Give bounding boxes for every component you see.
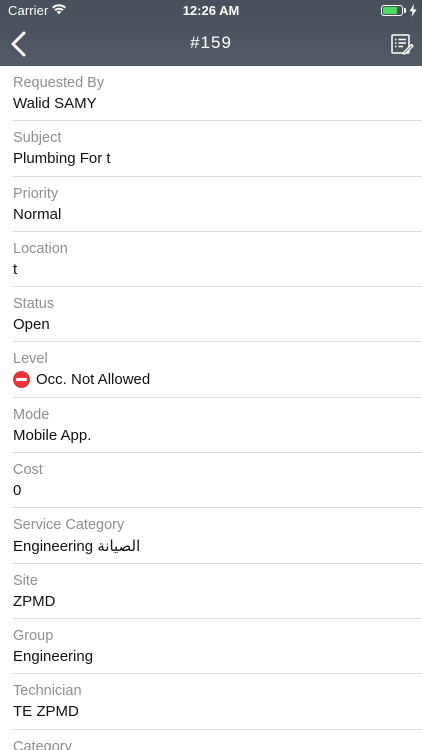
field-value: TE ZPMD bbox=[13, 703, 79, 721]
charging-bolt-icon bbox=[409, 4, 417, 17]
field-label: Technician bbox=[13, 683, 82, 700]
field-label: Mode bbox=[13, 406, 50, 423]
field-technician: Technician TE ZPMD bbox=[0, 674, 422, 730]
field-label: Site bbox=[13, 572, 38, 589]
field-service-category: Service Category Engineering الصيانة bbox=[0, 508, 422, 564]
field-value: t bbox=[13, 260, 18, 278]
field-value: Engineering الصيانة bbox=[13, 538, 141, 556]
field-value: Mobile App. bbox=[13, 426, 92, 444]
details-list: Requested By Walid SAMY Subject Plumbing… bbox=[0, 66, 422, 750]
field-status: Status Open bbox=[0, 287, 422, 343]
field-label: Location bbox=[13, 240, 68, 257]
field-value: Normal bbox=[13, 205, 62, 223]
notes-icon[interactable] bbox=[390, 32, 414, 56]
clock: 12:26 AM bbox=[182, 3, 240, 18]
field-value: Engineering bbox=[13, 647, 94, 665]
battery-fill bbox=[383, 7, 397, 14]
status-bar: Carrier 12:26 AM bbox=[0, 0, 422, 22]
field-requested-by: Requested By Walid SAMY bbox=[0, 66, 422, 122]
field-subject: Subject Plumbing For t bbox=[0, 121, 422, 177]
field-label: Priority bbox=[13, 185, 59, 202]
battery-icon bbox=[381, 5, 403, 16]
field-value: Plumbing For t bbox=[13, 150, 111, 168]
field-site: Site ZPMD bbox=[0, 564, 422, 620]
field-label: Requested By bbox=[13, 75, 105, 91]
field-label: Service Category bbox=[13, 517, 125, 534]
field-level: Level Occ. Not Allowed bbox=[0, 342, 422, 399]
level-text: Occ. Not Allowed bbox=[36, 371, 151, 389]
field-value: 0 bbox=[13, 482, 22, 500]
field-value: Occ. Not Allowed bbox=[13, 371, 150, 388]
page-title: #159 bbox=[190, 33, 232, 52]
field-value: Walid SAMY bbox=[13, 95, 97, 112]
field-label: Level bbox=[13, 351, 48, 368]
field-label: Category bbox=[13, 738, 72, 750]
field-category: Category bbox=[0, 730, 422, 750]
screen: Carrier 12:26 AM #159 Requested By Walid… bbox=[0, 0, 422, 750]
field-label: Group bbox=[13, 627, 54, 644]
field-mode: Mode Mobile App. bbox=[0, 398, 422, 454]
no-entry-icon bbox=[13, 371, 30, 389]
field-label: Status bbox=[13, 296, 55, 313]
field-value: ZPMD bbox=[13, 592, 56, 610]
field-priority: Priority Normal bbox=[0, 177, 422, 233]
navigation-bar: #159 bbox=[0, 22, 422, 66]
header: Carrier 12:26 AM #159 bbox=[0, 0, 422, 66]
battery-cap bbox=[404, 8, 406, 13]
field-group: Group Engineering bbox=[0, 619, 422, 675]
field-cost: Cost 0 bbox=[0, 453, 422, 509]
field-value: Open bbox=[13, 316, 50, 334]
field-label: Subject bbox=[13, 130, 62, 147]
field-location: Location t bbox=[0, 232, 422, 288]
field-label: Cost bbox=[13, 462, 43, 479]
